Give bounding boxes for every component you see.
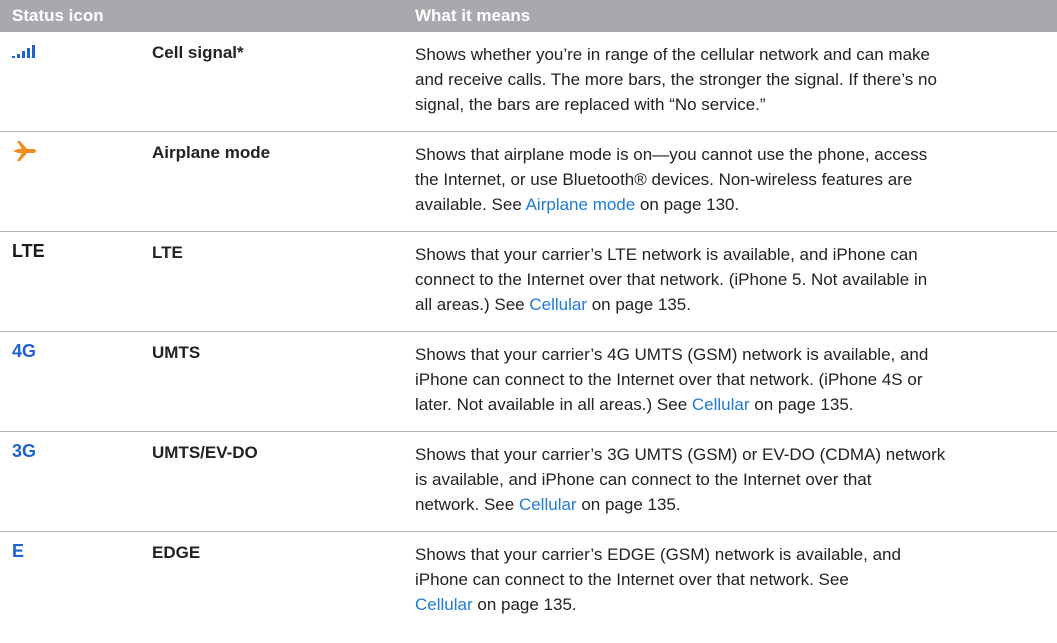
airplane-icon [12,140,132,166]
row-description: Shows that your carrier’s LTE network is… [415,242,1045,317]
desc-line: iPhone can connect to the Internet over … [415,370,923,389]
row-name: EDGE [152,543,201,562]
row-description: Shows that your carrier’s EDGE (GSM) net… [415,542,1045,617]
cellular-link[interactable]: Cellular [692,395,750,414]
row-description: Shows that your carrier’s 3G UMTS (GSM) … [415,442,1045,517]
desc-line: the Internet, or use Bluetooth® devices.… [415,170,913,189]
cellular-link[interactable]: Cellular [415,595,473,614]
header-what-it-means: What it means [415,6,531,25]
desc-line: later. Not available in all areas.) See … [415,392,1045,417]
table-row: E EDGE Shows that your carrier’s EDGE (G… [0,532,1057,643]
desc-text: available. See [415,195,526,214]
desc-line: signal, the bars are replaced with “No s… [415,95,766,114]
row-description: Shows that airplane mode is on—you canno… [415,142,1045,217]
table-header: Status icon What it means [0,0,1057,32]
airplane-mode-link[interactable]: Airplane mode [526,195,636,214]
desc-line: Shows that your carrier’s 4G UMTS (GSM) … [415,345,929,364]
desc-text: later. Not available in all areas.) See [415,395,692,414]
desc-line: available. See Airplane mode on page 130… [415,192,1045,217]
row-description: Shows that your carrier’s 4G UMTS (GSM) … [415,342,1045,417]
4g-icon: 4G [12,341,37,361]
desc-text: on page 135. [586,295,691,314]
table-row: Cell signal* Shows whether you’re in ran… [0,32,1057,132]
desc-line: Shows that airplane mode is on—you canno… [415,145,928,164]
edge-icon: E [12,541,25,561]
row-name: UMTS/EV-DO [152,443,258,462]
table-row: 3G UMTS/EV-DO Shows that your carrier’s … [0,432,1057,532]
table-row: Airplane mode Shows that airplane mode i… [0,132,1057,232]
desc-line: Shows whether you’re in range of the cel… [415,45,931,64]
cellular-link[interactable]: Cellular [519,495,577,514]
desc-line: all areas.) See Cellular on page 135. [415,292,1045,317]
desc-line: is available, and iPhone can connect to … [415,470,872,489]
row-name: Airplane mode [152,143,271,162]
desc-text: on page 130. [635,195,740,214]
header-status-icon: Status icon [12,6,104,25]
desc-text: on page 135. [576,495,681,514]
desc-text: on page 135. [749,395,854,414]
desc-line: and receive calls. The more bars, the st… [415,70,937,89]
status-icon-table: Status icon What it means Cell signal* S… [0,0,1057,643]
row-description: Shows whether you’re in range of the cel… [415,42,1045,117]
cell-signal-icon [12,40,132,66]
table-row: 4G UMTS Shows that your carrier’s 4G UMT… [0,332,1057,432]
lte-icon: LTE [12,241,45,261]
desc-text: all areas.) See [415,295,530,314]
cellular-link[interactable]: Cellular [529,295,587,314]
desc-line: Shows that your carrier’s LTE network is… [415,245,918,264]
desc-line: Shows that your carrier’s EDGE (GSM) net… [415,545,901,564]
desc-text: on page 135. [472,595,577,614]
desc-line: connect to the Internet over that networ… [415,270,928,289]
desc-line: network. See Cellular on page 135. [415,492,1045,517]
desc-line: iPhone can connect to the Internet over … [415,570,849,589]
table-row: LTE LTE Shows that your carrier’s LTE ne… [0,232,1057,332]
desc-text: network. See [415,495,519,514]
row-name: Cell signal* [152,43,244,62]
row-name: UMTS [152,343,201,362]
3g-icon: 3G [12,441,37,461]
desc-line: Cellular on page 135. [415,592,1045,617]
desc-line: Shows that your carrier’s 3G UMTS (GSM) … [415,445,946,464]
row-name: LTE [152,243,183,262]
